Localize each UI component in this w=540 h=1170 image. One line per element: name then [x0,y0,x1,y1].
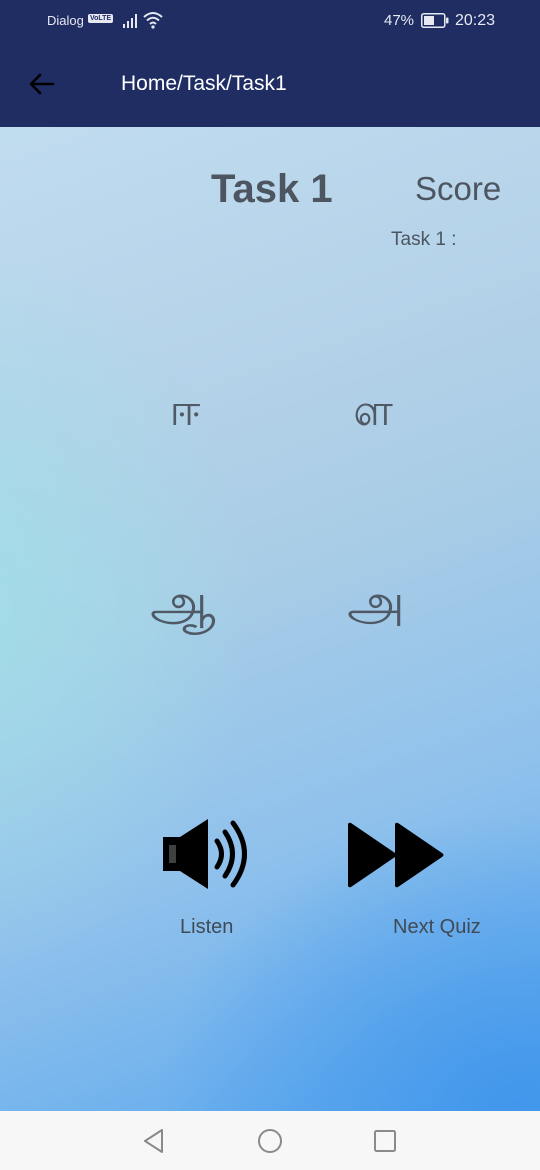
letter-option-4[interactable]: அ [316,573,436,640]
score-value: Task 1 : [391,229,457,250]
letter-option-3[interactable]: ஆ [123,573,243,640]
page-title: Task 1 [211,167,333,211]
nav-home-icon[interactable] [256,1127,284,1155]
arrow-left-icon[interactable] [26,68,58,100]
carrier-name: Dialog [47,13,84,28]
letter-option-1[interactable]: ஈ [125,385,245,442]
signal-icon [123,14,137,28]
battery-icon [421,13,449,28]
status-time: 20:23 [455,12,496,29]
breadcrumb: Home/Task/Task1 [121,72,287,95]
score-title: Score [415,170,502,207]
task-content: Task 1 Score Task 1 : ஈ ள ஆ அ Listen Nex… [0,127,540,1111]
letter-option-2[interactable]: ள [313,385,433,442]
nav-back-icon[interactable] [140,1127,168,1155]
battery-percent: 47% [384,12,415,29]
fast-forward-icon[interactable] [345,821,445,889]
wifi-icon [143,12,163,29]
status-bar: Dialog VoLTE 47% 20:23 [0,0,540,42]
next-quiz-label: Next Quiz [393,916,481,938]
top-bar: Dialog VoLTE 47% 20:23 Home/Task/Task1 [0,0,540,127]
speaker-icon[interactable] [160,815,260,893]
system-nav-bar [0,1111,540,1170]
nav-recent-icon[interactable] [371,1127,399,1155]
listen-label: Listen [180,916,234,938]
volte-badge: VoLTE [88,14,114,23]
